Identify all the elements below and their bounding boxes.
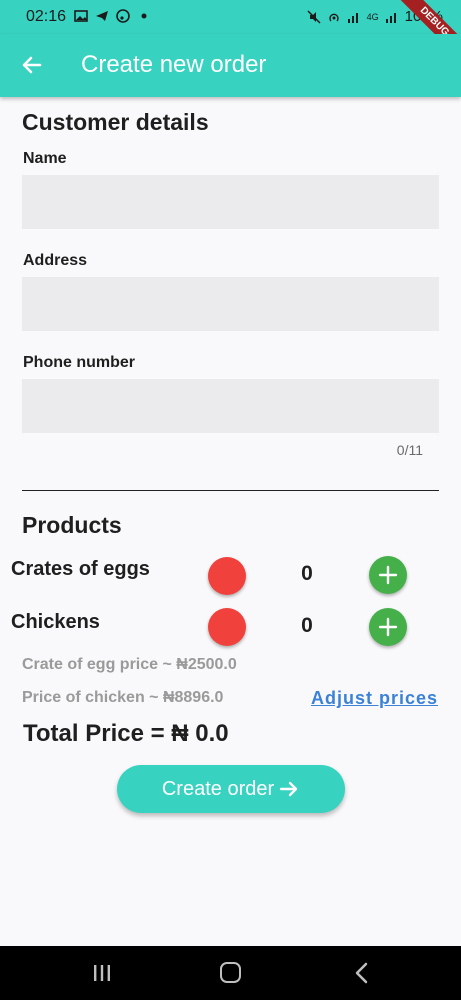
status-notifications [74, 9, 151, 23]
name-field[interactable] [22, 175, 439, 229]
plus-icon [378, 565, 398, 585]
back-button[interactable] [18, 51, 46, 79]
recent-apps-icon[interactable] [92, 963, 112, 983]
signal-icon [347, 12, 358, 23]
create-order-label: Create order [161, 777, 275, 800]
chickens-quantity: 0 [301, 614, 313, 637]
name-label: Name [23, 150, 67, 167]
eggs-increment-button[interactable] [369, 556, 407, 594]
chicken-price-text: Price of chicken ~ ₦8896.0 [22, 689, 224, 706]
total-price: Total Price = ₦ 0.0 [23, 720, 229, 747]
status-time: 02:16 [26, 8, 67, 25]
products-section-title: Products [22, 512, 122, 538]
create-order-button[interactable]: Create order [117, 765, 345, 813]
chickens-increment-button[interactable] [369, 608, 407, 646]
product-label-chickens: Chickens [11, 611, 100, 633]
mute-icon [307, 9, 321, 24]
arrow-left-icon [22, 56, 42, 74]
image-icon [74, 10, 88, 22]
egg-price-text: Crate of egg price ~ ₦2500.0 [22, 656, 237, 673]
network-type: 4G [366, 11, 379, 22]
signal-icon-2 [385, 12, 396, 23]
dot-icon [141, 13, 147, 19]
phone-char-counter: 0/11 [396, 442, 423, 458]
phone-label: Phone number [23, 354, 136, 371]
chickens-decrement-button[interactable] [208, 608, 246, 646]
eggs-decrement-button[interactable] [208, 557, 246, 595]
product-label-eggs: Crates of eggs [11, 558, 150, 580]
system-back-icon[interactable] [352, 962, 372, 984]
divider [22, 490, 439, 491]
eggs-quantity: 0 [301, 562, 313, 585]
status-bar: 02:16 4G 100% DEBUG [0, 0, 461, 67]
adjust-prices-link[interactable]: Adjust prices [311, 688, 438, 709]
app-bar: Create new order [0, 34, 461, 97]
system-nav-bar [0, 946, 461, 1000]
home-icon[interactable] [220, 962, 241, 983]
music-icon [116, 9, 130, 23]
page-title: Create new order [81, 51, 267, 78]
address-field[interactable] [22, 277, 439, 331]
arrow-right-icon [279, 781, 298, 797]
plus-icon [378, 617, 398, 637]
telegram-icon [96, 11, 108, 21]
hotspot-icon [328, 13, 339, 21]
customer-section-title: Customer details [22, 109, 209, 135]
phone-field[interactable] [22, 379, 439, 433]
address-label: Address [23, 252, 88, 269]
